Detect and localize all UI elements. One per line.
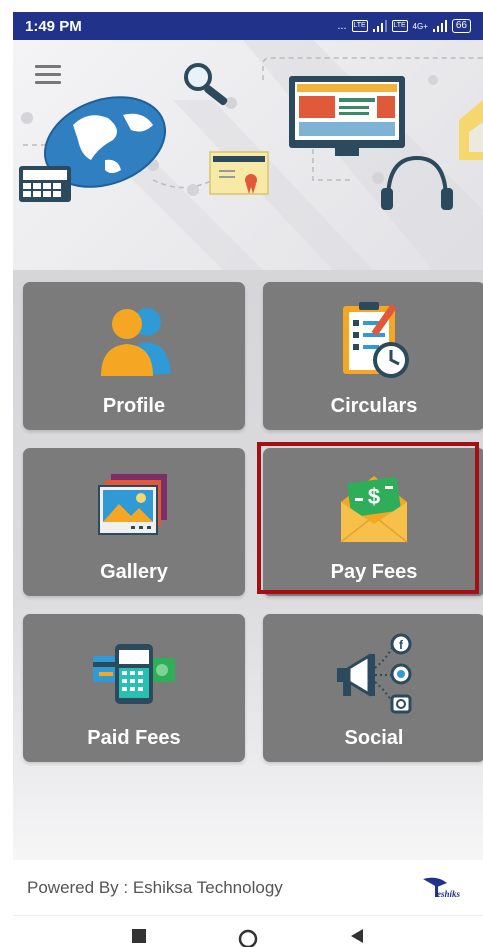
- signal-2-icon: [432, 20, 447, 32]
- ruler-icon: [459, 100, 483, 160]
- eshiksa-logo: eshiks: [423, 877, 461, 899]
- status-time: 1:49 PM: [25, 17, 82, 35]
- certificate-icon: [209, 151, 269, 195]
- tile-label: Circulars: [330, 395, 418, 417]
- tile-label: Gallery: [100, 561, 168, 583]
- network-type: 4G+: [412, 21, 428, 31]
- status-icons: ... LTE LTE 4G+ 66: [337, 19, 471, 33]
- recents-icon: [132, 929, 146, 943]
- paid-fees-card-icon: [93, 644, 175, 704]
- hamburger-menu-button[interactable]: [35, 65, 61, 85]
- pay-fees-highlight: [257, 442, 479, 594]
- profile-tile[interactable]: Profile: [23, 282, 245, 430]
- tile-label: Social: [344, 727, 404, 749]
- tile-label: Profile: [102, 395, 166, 417]
- status-bar: 1:49 PM ... LTE LTE 4G+ 66: [13, 12, 483, 40]
- footer: Powered By : Eshiksa Technology eshiks: [13, 860, 483, 915]
- app-screen: 1:49 PM ... LTE LTE 4G+ 66 Profile Circu…: [13, 12, 483, 947]
- banner-illustration: [19, 40, 483, 270]
- gallery-tile[interactable]: Gallery: [23, 448, 245, 596]
- circulars-checklist-icon: [343, 302, 409, 378]
- social-megaphone-icon: f: [337, 633, 412, 714]
- logo-text: eshiks: [437, 889, 461, 899]
- notification-dots: ...: [337, 20, 347, 32]
- back-icon: [351, 929, 363, 943]
- volte-2-icon: LTE: [391, 20, 408, 32]
- system-nav-bar: [13, 915, 483, 947]
- home-icon: [238, 929, 258, 947]
- profile-users-icon: [101, 308, 171, 376]
- battery-icon: 66: [451, 19, 471, 33]
- social-tile[interactable]: f Social: [263, 614, 483, 762]
- menu-grid: Profile Circulars Gallery $ Pay Fees Pai…: [13, 270, 483, 860]
- powered-by-text: Powered By : Eshiksa Technology: [27, 877, 283, 897]
- volte-1-icon: LTE: [351, 20, 368, 32]
- battery-level: 66: [455, 20, 467, 31]
- calculator-icon: [19, 166, 71, 202]
- recents-button[interactable]: [127, 928, 151, 947]
- tile-label: Paid Fees: [87, 727, 181, 749]
- home-button[interactable]: [236, 928, 260, 947]
- back-button[interactable]: [345, 928, 369, 947]
- gallery-photos-icon: [98, 474, 167, 535]
- paid-fees-tile[interactable]: Paid Fees: [23, 614, 245, 762]
- signal-1-icon: [372, 20, 387, 32]
- monitor-icon: [289, 76, 405, 156]
- circulars-tile[interactable]: Circulars: [263, 282, 483, 430]
- header-banner: [13, 40, 483, 270]
